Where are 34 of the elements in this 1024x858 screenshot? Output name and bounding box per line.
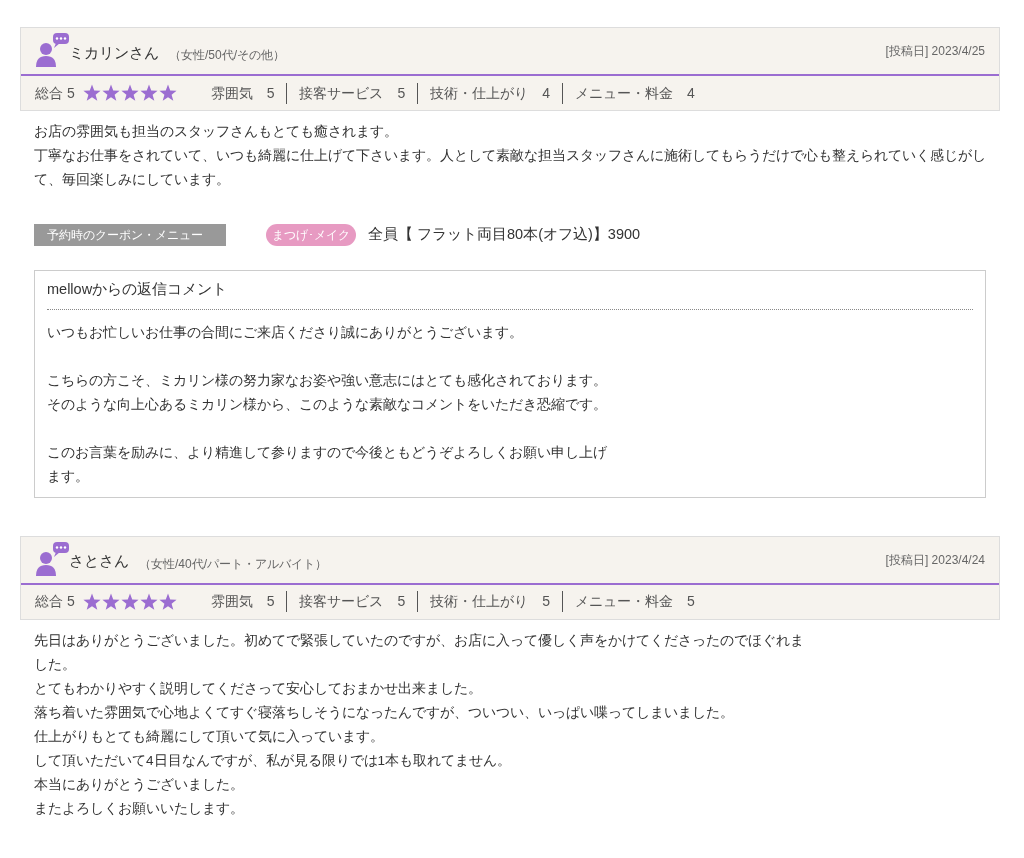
reply-text: いつもお忙しいお仕事の合間にご来店くださり誠にありがとうございます。: [47, 323, 524, 342]
rating-item: 技術・仕上がり 4: [418, 82, 564, 104]
reviewer-profile: （女性/40代/パート・アルバイト）: [139, 555, 327, 573]
rating-item: 雰囲気 5: [210, 82, 288, 104]
reviewer-name: ミカリンさん: [69, 42, 159, 63]
review-text: とてもわかりやすく説明してくださって安心しておまかせ出来ました。: [34, 679, 483, 698]
overall-label: 総合 5: [35, 592, 75, 612]
review-text: 先日はありがとうございました。初めてで緊張していたのですが、お店に入って優しく声をかけてくださったのでほぐれました。: [34, 631, 805, 674]
post-date: [投稿日] 2023/4/25: [885, 43, 985, 60]
rating-item: 接客サービス 5: [287, 591, 419, 613]
rating-item: 雰囲気 5: [210, 591, 288, 613]
reply-text: このお言葉を励みに、より精進して参りますので今後ともどうぞよろしくお願い申し上げます。: [47, 443, 607, 486]
rating-item: 技術・仕上がり 5: [418, 591, 564, 613]
reply-title: mellowからの返信コメント: [47, 279, 973, 310]
reply-text: こちらの方こそ、ミカリン様の努力家なお姿や強い意志にはとても感化されております。そのような向上心あるミカリン様から、このような素敵なコメントをいただき恐縮です。: [47, 371, 607, 414]
review-text: 仕上がりもとても綺麗にして頂いて気に入っています。: [34, 727, 385, 746]
reviewer-profile: （女性/50代/その他）: [169, 47, 285, 64]
rating-item: 接客サービス 5: [287, 82, 419, 104]
overall-label: 総合 5: [35, 83, 75, 103]
coupon-menu-name: 全員【 フラット両目80本(オフ込)】3900: [368, 225, 641, 245]
coupon-label: 予約時のクーポン・メニュー: [34, 224, 226, 246]
review-text: 落ち着いた雰囲気で心地よくてすぐ寝落ちしそうになったんですが、ついつい、いっぱい喋ってしまいました。: [34, 703, 735, 722]
review-text: して頂いただいて4日目なんですが、私が見る限りでは1本も取れてません。: [34, 751, 513, 770]
user-comment-icon: [35, 540, 71, 577]
category-tag: まつげ･メイク: [266, 224, 356, 246]
rating-item: メニュー・料金 4: [574, 83, 696, 103]
review-text: 丁寧なお仕事をされていて、いつも綺麗に仕上げて下さいます。人として素敵な担当スタッフさんに施術してもらうだけで心も整えられていく感じがして、毎回楽しみにしています。: [34, 147, 986, 189]
reviewer-name: さとさん: [69, 551, 129, 572]
review-text: 本当にありがとうございました。: [34, 775, 245, 794]
user-comment-icon: [35, 32, 71, 68]
review-text: またよろしくお願いいたします。: [34, 799, 245, 818]
rating-item: メニュー・料金 5: [574, 592, 696, 612]
review-text: お店の雰囲気も担当のスタッフさんもとても癒されます。: [34, 123, 399, 141]
post-date: [投稿日] 2023/4/24: [885, 551, 985, 569]
